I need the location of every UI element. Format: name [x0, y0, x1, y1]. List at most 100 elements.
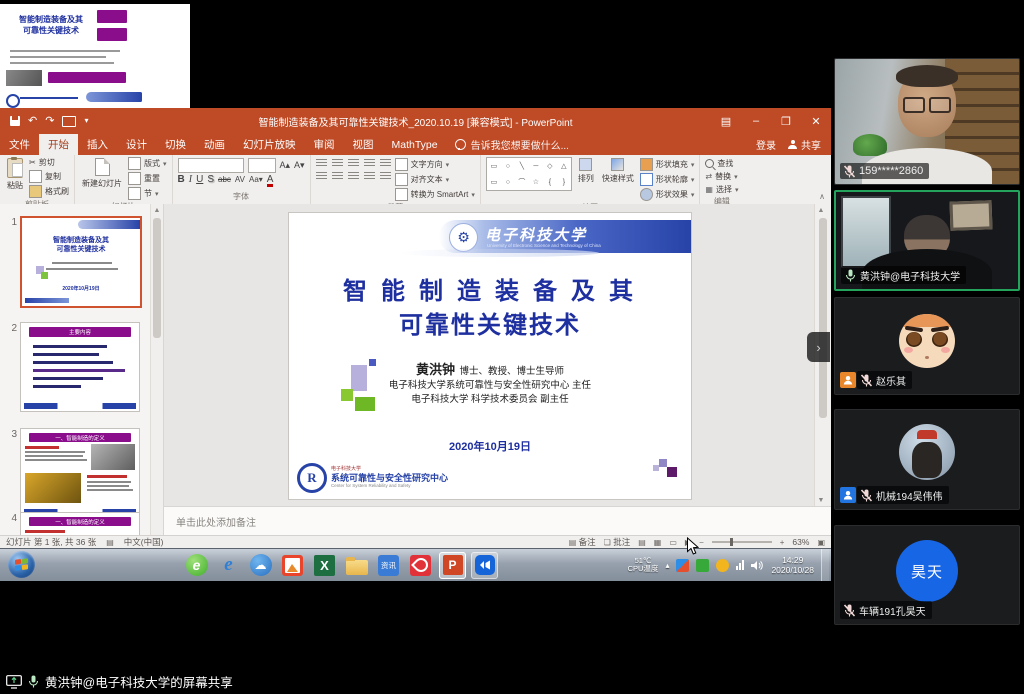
fit-to-window-icon[interactable]: ▣ — [817, 538, 825, 547]
volume-icon[interactable] — [751, 560, 764, 571]
scroll-up-icon[interactable]: ▲ — [815, 204, 827, 216]
thumbnail-slide-2[interactable]: 2 主要内容 — [2, 322, 140, 412]
network-icon[interactable] — [736, 560, 744, 570]
text-shadow-button[interactable]: S — [207, 175, 214, 185]
collapse-ribbon-icon[interactable]: ∧ — [819, 192, 825, 201]
shape-effects-button[interactable]: 形状效果▾ — [640, 188, 695, 201]
section-button[interactable]: 节▾ — [128, 187, 167, 200]
powerpoint-taskbar-icon[interactable]: P — [439, 552, 466, 579]
tab-file[interactable]: 文件 — [0, 134, 39, 155]
participant-tile-3[interactable]: 赵乐其 — [834, 297, 1020, 395]
justify-icon[interactable] — [364, 172, 375, 181]
char-spacing-icon[interactable]: AV — [235, 176, 245, 184]
columns-icon[interactable] — [380, 172, 391, 181]
signin-button[interactable]: 登录 — [756, 137, 776, 152]
shape-fill-button[interactable]: 形状填充▾ — [640, 158, 695, 171]
align-right-icon[interactable] — [348, 172, 359, 181]
text-direction-button[interactable]: 文字方向▾ — [395, 158, 475, 171]
paste-button[interactable]: 粘贴 — [5, 157, 25, 192]
thumbnail-slide-3[interactable]: 3 一、智能制造的定义 — [2, 428, 140, 518]
shapes-gallery[interactable]: ▭○╲─◇△ ▭○⌒☆{} — [486, 157, 572, 191]
underline-button[interactable]: U — [196, 175, 203, 185]
normal-view-icon[interactable]: ▤ — [638, 538, 646, 547]
zoom-out-icon[interactable]: − — [699, 538, 704, 547]
participant-tile-4[interactable]: 机械194吴伟伟 — [834, 409, 1020, 510]
tab-view[interactable]: 视图 — [344, 134, 383, 155]
format-painter-button[interactable]: 格式刷 — [29, 185, 69, 198]
replace-button[interactable]: ⇄替换▾ — [705, 171, 738, 182]
bullets-icon[interactable] — [316, 159, 327, 168]
save-icon[interactable] — [10, 116, 20, 126]
strikethrough-button[interactable]: abc — [218, 176, 231, 184]
show-desktop-button[interactable] — [821, 549, 829, 581]
numbering-icon[interactable] — [332, 159, 343, 168]
reset-button[interactable]: 重置 — [128, 172, 167, 185]
tab-slideshow[interactable]: 幻灯片放映 — [234, 134, 305, 155]
cloud-browser-icon[interactable]: ☁ — [247, 552, 274, 579]
select-button[interactable]: ▦选择▾ — [705, 184, 738, 195]
smartart-button[interactable]: 转换为 SmartArt▾ — [395, 188, 475, 201]
align-left-icon[interactable] — [316, 172, 327, 181]
restore-icon[interactable]: ❐ — [771, 108, 801, 134]
start-button[interactable] — [8, 551, 35, 578]
zoom-slider-thumb[interactable] — [730, 538, 733, 546]
red-app-icon[interactable] — [407, 552, 434, 579]
align-center-icon[interactable] — [332, 172, 343, 181]
tab-transitions[interactable]: 切换 — [156, 134, 195, 155]
cut-button[interactable]: ✂ 剪切 — [29, 157, 69, 168]
scrollbar-thumb[interactable] — [819, 218, 827, 418]
tray-antivirus-icon[interactable] — [696, 559, 709, 572]
tab-design[interactable]: 设计 — [117, 134, 156, 155]
slide-sorter-view-icon[interactable]: ▦ — [654, 538, 662, 547]
scroll-up-icon[interactable]: ▲ — [151, 204, 163, 216]
cpu-temp-widget[interactable]: 51℃ CPU温度 — [628, 557, 659, 573]
thumbnail-slide-1[interactable]: 1 智能制造装备及其 可靠性关键技术 2020年10月19日 — [2, 216, 142, 308]
share-button[interactable]: 共享 — [788, 137, 821, 152]
participant-tile-1[interactable]: 159*****2860 — [834, 58, 1020, 185]
shrink-font-icon[interactable]: A▾ — [294, 161, 305, 170]
line-spacing-icon[interactable] — [380, 159, 391, 168]
tray-clock[interactable]: 14:29 2020/10/28 — [771, 555, 814, 575]
qat-customize-icon[interactable]: ▾ — [84, 117, 88, 125]
tab-home[interactable]: 开始 — [39, 134, 78, 155]
thumbnail-slide-4[interactable]: 4 一、智能制造的定义 — [2, 512, 140, 535]
new-slide-button[interactable]: 新建幻灯片 — [80, 157, 124, 190]
excel-icon[interactable]: X — [311, 552, 338, 579]
arrange-button[interactable]: 排列 — [576, 157, 596, 185]
browser-360-icon[interactable]: e — [183, 552, 210, 579]
align-text-button[interactable]: 对齐文本▾ — [395, 173, 475, 186]
tencent-meeting-taskbar-icon[interactable] — [471, 552, 498, 579]
font-name-combo[interactable] — [178, 158, 244, 173]
news-app-icon[interactable]: 资讯 — [375, 552, 402, 579]
tray-app-icon[interactable] — [676, 559, 689, 572]
slide[interactable]: ⚙ 电子科技大学 University of Electronic Scienc… — [289, 213, 691, 499]
internet-explorer-icon[interactable]: e — [215, 552, 242, 579]
layout-button[interactable]: 版式▾ — [128, 157, 167, 170]
tab-animations[interactable]: 动画 — [195, 134, 234, 155]
file-explorer-icon[interactable] — [343, 552, 370, 579]
italic-button[interactable]: I — [189, 175, 192, 185]
tab-mathtype[interactable]: MathType — [383, 134, 447, 155]
zoom-in-icon[interactable]: + — [780, 538, 785, 547]
notes-toggle[interactable]: ▤ 备注 — [569, 536, 596, 548]
tab-insert[interactable]: 插入 — [78, 134, 117, 155]
notes-pane[interactable]: 单击此处添加备注 — [164, 506, 831, 535]
minimize-icon[interactable]: – — [741, 108, 771, 134]
bold-button[interactable]: B — [178, 175, 185, 185]
scroll-down-icon[interactable]: ▼ — [815, 494, 827, 506]
participant-tile-5[interactable]: 昊天 车辆191孔昊天 — [834, 525, 1020, 625]
redo-icon[interactable]: ↷ — [45, 116, 54, 127]
increase-indent-icon[interactable] — [364, 159, 375, 168]
close-icon[interactable]: ✕ — [801, 108, 831, 134]
collapse-video-panel-button[interactable]: › — [807, 332, 830, 362]
shape-outline-button[interactable]: 形状轮廓▾ — [640, 173, 695, 186]
zoom-level[interactable]: 63% — [792, 537, 809, 547]
tray-gold-icon[interactable] — [716, 559, 729, 572]
copy-button[interactable]: 复制 — [29, 170, 69, 183]
undo-icon[interactable]: ↶ — [28, 116, 37, 127]
zoom-slider[interactable] — [712, 541, 772, 543]
font-size-combo[interactable] — [248, 158, 276, 173]
photos-app-icon[interactable] — [279, 552, 306, 579]
slideshow-icon[interactable] — [62, 116, 76, 127]
font-color-icon[interactable]: A — [267, 175, 274, 185]
